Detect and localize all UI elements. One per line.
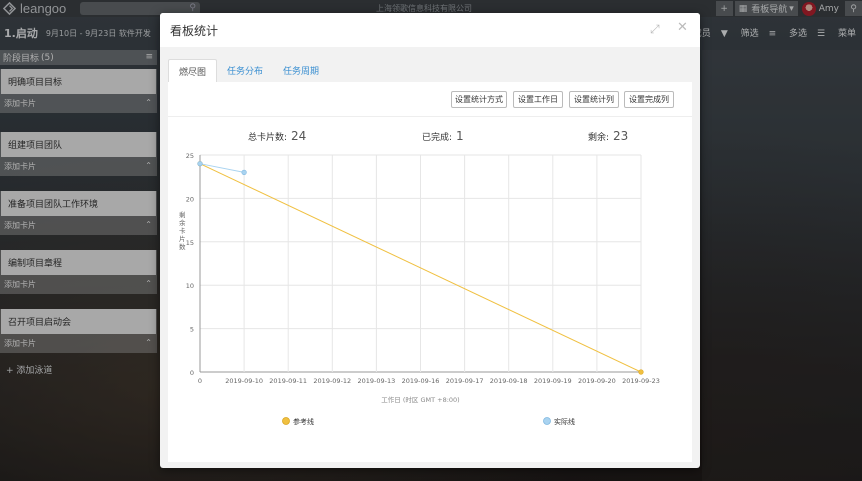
y-tick-label: 0 [190,369,194,377]
legend-label: 参考线 [293,417,314,426]
x-tick-label: 2019-09-16 [402,377,440,385]
tab-burndown[interactable]: 燃尽图 [168,59,218,82]
close-icon[interactable]: ✕ [677,20,688,35]
x-tick-label: 0 [198,377,202,385]
x-tick-label: 2019-09-10 [225,377,263,385]
dialog-title: 看板统计 [170,23,219,38]
set-stat-column-button[interactable]: 设置统计列 [569,91,619,108]
dialog-header: 看板统计 ⤢ ✕ [160,13,700,47]
series-line-1 [199,163,245,173]
legend-marker [543,417,551,425]
board-stats-dialog: 看板统计 ⤢ ✕ 燃尽图 任务分布 任务周期 设置统计方式 设置工作日 设置统计… [160,13,700,468]
data-point [241,169,247,175]
x-tick-label: 2019-09-18 [490,377,528,385]
set-done-column-button[interactable]: 设置完成列 [624,91,674,108]
burndown-chart: 0 5 10 15 20 25 0 2019-09-10 2019-09-11 2019-09-1… [179,152,660,426]
data-point [638,369,644,375]
x-tick-label: 2019-09-11 [269,377,307,385]
legend-marker [282,417,290,425]
tab-task-cycle[interactable]: 任务周期 [273,59,329,82]
y-tick-label: 10 [186,282,194,290]
x-tick-label: 2019-09-12 [313,377,351,385]
burndown-chart-area: 总卡片数: 24 已完成: 1 剩余: 23 0 5 10 15 20 25 0 2019-0… [168,116,692,462]
x-axis-label: 工作日 (时区 GMT +8:00) [381,395,459,404]
y-axis-label: 剩余卡片数 [179,210,186,251]
data-point [197,161,203,167]
y-tick-label: 5 [190,326,194,334]
set-stat-method-button[interactable]: 设置统计方式 [451,91,507,108]
x-tick-label: 2019-09-20 [578,377,616,385]
x-tick-label: 2019-09-17 [446,377,484,385]
expand-icon[interactable]: ⤢ [650,22,660,37]
tab-bar: 燃尽图 任务分布 任务周期 [168,59,329,82]
set-workday-button[interactable]: 设置工作日 [513,91,563,108]
x-tick-label: 2019-09-13 [358,377,396,385]
y-tick-label: 20 [186,195,194,203]
x-tick-label: 2019-09-23 [622,377,660,385]
tab-task-distribution[interactable]: 任务分布 [217,59,273,82]
chart-toolbar: 设置统计方式 设置工作日 设置统计列 设置完成列 [168,91,692,109]
legend-label: 实际线 [554,417,575,426]
x-tick-label: 2019-09-19 [534,377,572,385]
y-tick-label: 15 [186,239,194,247]
y-tick-label: 25 [186,152,194,160]
